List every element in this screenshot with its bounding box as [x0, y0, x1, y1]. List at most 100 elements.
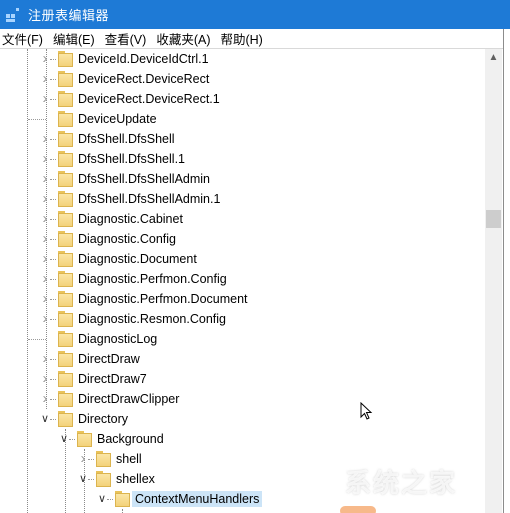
- chevron-right-icon[interactable]: ›: [40, 71, 50, 86]
- tree-item-label[interactable]: Diagnostic.Perfmon.Document: [75, 291, 251, 307]
- tree-item[interactable]: › DfsShell.DfsShellAdmin.1: [0, 189, 480, 209]
- chevron-down-icon[interactable]: ∨: [59, 433, 69, 445]
- chevron-right-icon[interactable]: ›: [40, 211, 50, 226]
- tree-item[interactable]: › DirectDraw: [0, 349, 480, 369]
- chevron-right-icon[interactable]: ›: [40, 371, 50, 386]
- tree-item-label[interactable]: Background: [94, 431, 167, 447]
- chevron-right-icon[interactable]: ›: [40, 271, 50, 286]
- watermark-badge: [340, 506, 376, 513]
- tree-item-label[interactable]: DfsShell.DfsShellAdmin: [75, 171, 213, 187]
- tree-item[interactable]: DeviceUpdate: [0, 109, 480, 129]
- tree-item-label[interactable]: DeviceUpdate: [75, 111, 160, 127]
- tree-item-label[interactable]: Diagnostic.Document: [75, 251, 200, 267]
- chevron-right-icon[interactable]: ›: [40, 131, 50, 146]
- tree-item[interactable]: › Diagnostic.Perfmon.Document: [0, 289, 480, 309]
- menu-help[interactable]: 帮助(H): [217, 29, 269, 48]
- tree-item[interactable]: › Diagnostic.Resmon.Config: [0, 309, 480, 329]
- tree-connector: [50, 139, 56, 140]
- tree-connector: [50, 299, 56, 300]
- folder-icon: [58, 111, 73, 127]
- tree-item[interactable]: › DirectDraw7: [0, 369, 480, 389]
- window-border: [503, 29, 510, 513]
- folder-icon: [58, 211, 73, 227]
- tree-item[interactable]: ∨ Background: [0, 429, 480, 449]
- tree-item-label[interactable]: DeviceId.DeviceIdCtrl.1: [75, 51, 212, 67]
- tree-connector: [50, 219, 56, 220]
- chevron-right-icon[interactable]: ›: [40, 51, 50, 66]
- folder-icon: [58, 91, 73, 107]
- tree-item[interactable]: ∨ Directory: [0, 409, 480, 429]
- folder-icon: [115, 491, 130, 507]
- tree-item[interactable]: › DeviceRect.DeviceRect.1: [0, 89, 480, 109]
- chevron-up-icon[interactable]: ▲: [485, 49, 502, 66]
- tree-item-label[interactable]: Diagnostic.Config: [75, 231, 179, 247]
- mouse-cursor-icon: [360, 402, 373, 420]
- tree-item-label[interactable]: shell: [113, 451, 145, 467]
- tree-item[interactable]: › DeviceId.DeviceIdCtrl.1: [0, 49, 480, 69]
- tree-item[interactable]: › DirectDrawClipper: [0, 389, 480, 409]
- tree-item[interactable]: › DfsShell.DfsShell: [0, 129, 480, 149]
- chevron-right-icon[interactable]: ›: [40, 151, 50, 166]
- tree-connector: [50, 319, 56, 320]
- folder-icon: [58, 131, 73, 147]
- tree-item[interactable]: › Diagnostic.Config: [0, 229, 480, 249]
- chevron-right-icon[interactable]: ›: [40, 91, 50, 106]
- tree-item[interactable]: › DfsShell.DfsShell.1: [0, 149, 480, 169]
- chevron-right-icon[interactable]: ›: [78, 451, 88, 466]
- tree-item[interactable]: › DfsShell.DfsShellAdmin: [0, 169, 480, 189]
- menu-file[interactable]: 文件(F): [0, 29, 50, 48]
- regedit-icon: [6, 7, 20, 22]
- chevron-right-icon[interactable]: ›: [40, 191, 50, 206]
- vertical-scrollbar[interactable]: ▲: [485, 49, 502, 513]
- tree-item[interactable]: › Diagnostic.Document: [0, 249, 480, 269]
- tree-item[interactable]: › DeviceRect.DeviceRect: [0, 69, 480, 89]
- tree-item-label[interactable]: Diagnostic.Cabinet: [75, 211, 186, 227]
- chevron-right-icon[interactable]: ›: [40, 251, 50, 266]
- tree-item-label[interactable]: Diagnostic.Resmon.Config: [75, 311, 229, 327]
- menu-favorites[interactable]: 收藏夹(A): [153, 29, 217, 48]
- tree-item-label[interactable]: DeviceRect.DeviceRect: [75, 71, 212, 87]
- folder-icon: [58, 311, 73, 327]
- chevron-right-icon[interactable]: ›: [40, 351, 50, 366]
- tree-item-label[interactable]: Diagnostic.Perfmon.Config: [75, 271, 230, 287]
- folder-icon: [58, 191, 73, 207]
- chevron-right-icon[interactable]: ›: [40, 311, 50, 326]
- tree-connector: [50, 59, 56, 60]
- menu-edit[interactable]: 编辑(E): [50, 29, 102, 48]
- tree-item-label[interactable]: DfsShell.DfsShell.1: [75, 151, 188, 167]
- folder-icon: [58, 391, 73, 407]
- folder-icon: [58, 171, 73, 187]
- folder-icon: [58, 51, 73, 67]
- menu-view[interactable]: 查看(V): [102, 29, 154, 48]
- tree-item[interactable]: › Diagnostic.Perfmon.Config: [0, 269, 480, 289]
- tree-connector: [69, 439, 75, 440]
- tree-item-label[interactable]: DiagnosticLog: [75, 331, 160, 347]
- tree-connector: [28, 339, 46, 340]
- tree-item-label[interactable]: Directory: [75, 411, 131, 427]
- tree-item-label[interactable]: shellex: [113, 471, 158, 487]
- tree-item-label[interactable]: DirectDraw7: [75, 371, 150, 387]
- chevron-down-icon[interactable]: ∨: [78, 473, 88, 485]
- tree-item-label[interactable]: ContextMenuHandlers: [132, 491, 263, 507]
- folder-icon: [58, 371, 73, 387]
- tree-item-label[interactable]: DeviceRect.DeviceRect.1: [75, 91, 223, 107]
- chevron-right-icon[interactable]: ›: [40, 171, 50, 186]
- tree-item-label[interactable]: DfsShell.DfsShell: [75, 131, 178, 147]
- chevron-right-icon[interactable]: ›: [40, 231, 50, 246]
- tree-item[interactable]: › Diagnostic.Cabinet: [0, 209, 480, 229]
- tree-connector: [50, 279, 56, 280]
- folder-icon: [96, 451, 111, 467]
- tree-item-label[interactable]: DirectDraw: [75, 351, 143, 367]
- registry-tree[interactable]: › DeviceId.DeviceIdCtrl.1 › DeviceRect.Devi…: [0, 49, 485, 513]
- tree-connector: [50, 99, 56, 100]
- tree-item[interactable]: DiagnosticLog: [0, 329, 480, 349]
- chevron-down-icon[interactable]: ∨: [40, 413, 50, 425]
- folder-icon: [58, 331, 73, 347]
- chevron-right-icon[interactable]: ›: [40, 391, 50, 406]
- chevron-down-icon[interactable]: ∨: [97, 493, 107, 505]
- tree-item-label[interactable]: DfsShell.DfsShellAdmin.1: [75, 191, 223, 207]
- scroll-thumb[interactable]: [486, 210, 501, 228]
- tree-item-label[interactable]: DirectDrawClipper: [75, 391, 182, 407]
- watermark: 系统之家: [345, 468, 458, 498]
- chevron-right-icon[interactable]: ›: [40, 291, 50, 306]
